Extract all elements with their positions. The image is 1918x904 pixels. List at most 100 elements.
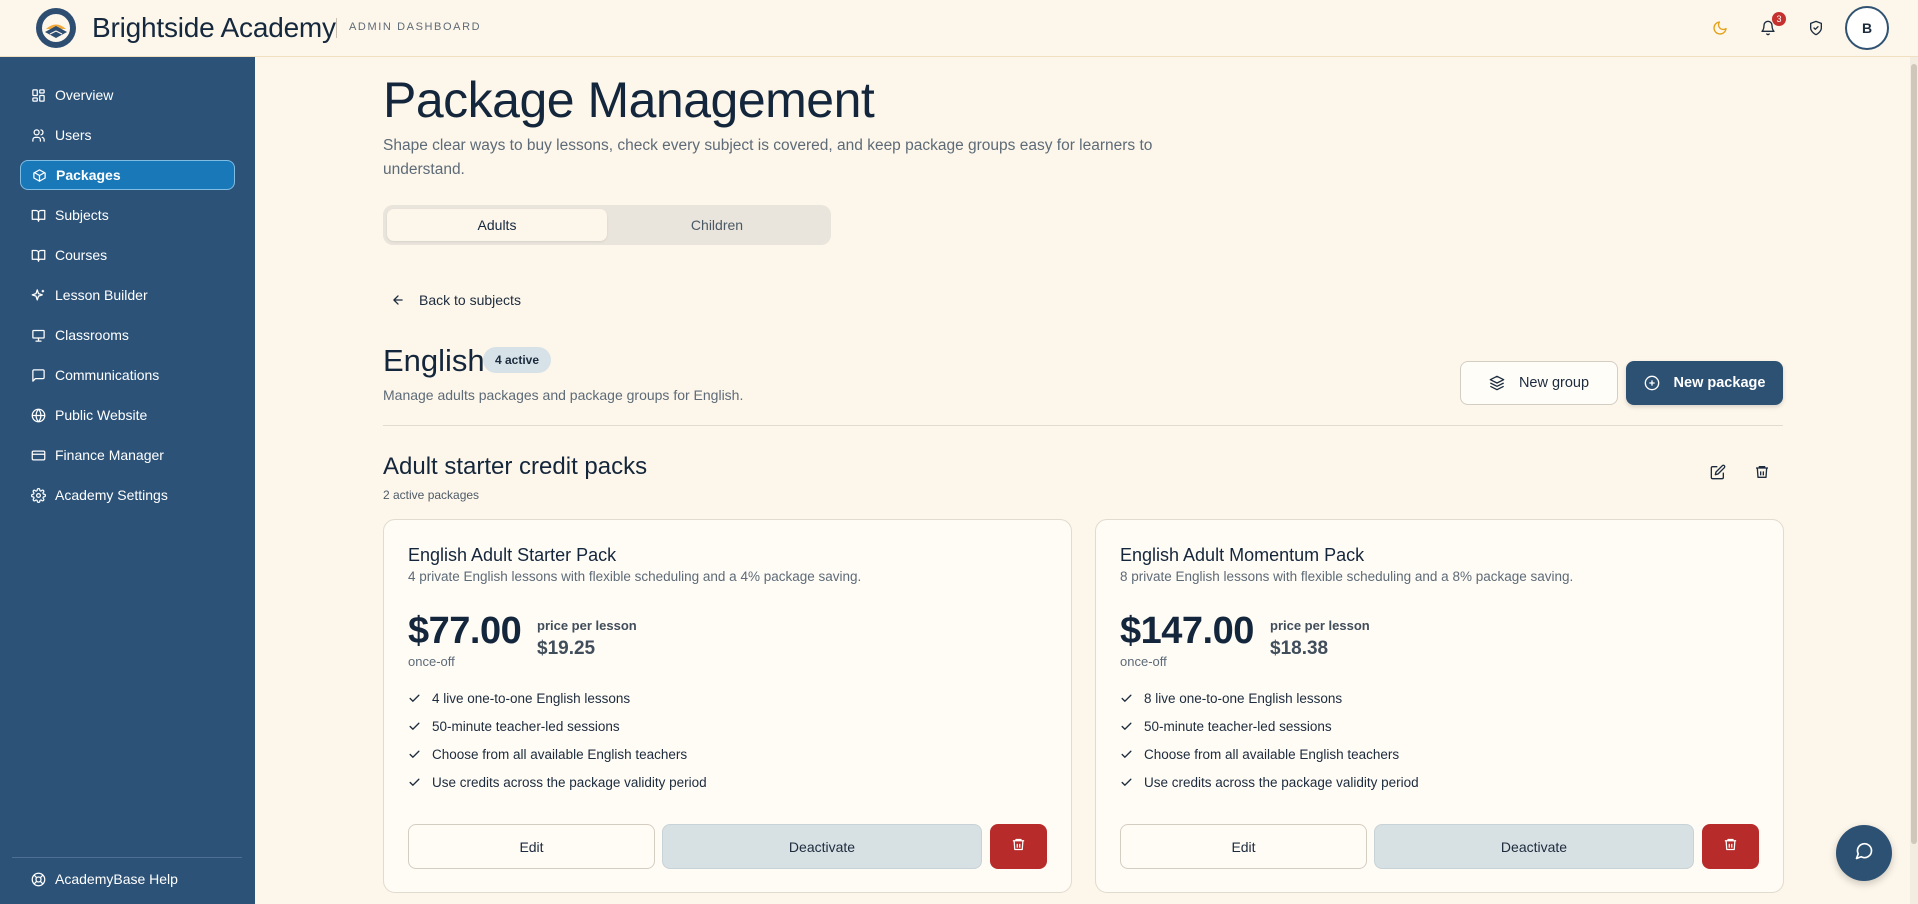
price-per-lesson-value: $18.38 xyxy=(1270,638,1329,659)
top-bar: Brightside Academy ADMIN DASHBOARD 3 B xyxy=(0,0,1918,57)
audience-tabs: Adults Children xyxy=(383,205,831,245)
sidebar-item-label: Courses xyxy=(55,247,108,263)
new-package-label: New package xyxy=(1673,375,1766,391)
trash-icon xyxy=(1011,837,1026,857)
price-per-lesson-label: price per lesson xyxy=(1270,618,1370,633)
plus-circle-icon xyxy=(1644,375,1660,391)
feature-item: 50-minute teacher-led sessions xyxy=(1120,719,1332,734)
edit-package-button[interactable]: Edit xyxy=(408,824,655,869)
sidebar-item-academy-settings[interactable]: Academy Settings xyxy=(20,480,235,510)
book-open-icon xyxy=(30,207,46,223)
moon-icon[interactable] xyxy=(1708,16,1732,40)
sidebar-item-label: Packages xyxy=(56,167,121,183)
check-icon xyxy=(1120,692,1134,705)
sidebar-item-users[interactable]: Users xyxy=(20,120,235,150)
notification-count-badge: 3 xyxy=(1772,12,1786,26)
package-name: English Adult Momentum Pack xyxy=(1120,545,1365,565)
sidebar-item-label: Lesson Builder xyxy=(55,287,148,303)
gear-icon xyxy=(30,487,46,503)
price-frequency: once-off xyxy=(1120,654,1167,669)
feature-item: Choose from all available English teache… xyxy=(1120,747,1399,762)
page-description: Shape clear ways to buy lessons, check e… xyxy=(383,137,1153,178)
delete-package-button[interactable] xyxy=(990,824,1047,869)
deactivate-package-button[interactable]: Deactivate xyxy=(662,824,982,869)
feature-item: 4 live one-to-one English lessons xyxy=(408,691,630,706)
package-card: English Adult Starter Pack 4 private Eng… xyxy=(383,519,1072,893)
price-per-lesson-value: $19.25 xyxy=(537,638,596,659)
globe-icon xyxy=(30,407,46,423)
sidebar-item-subjects[interactable]: Subjects xyxy=(20,200,235,230)
check-icon xyxy=(408,748,422,761)
sidebar-item-public-website[interactable]: Public Website xyxy=(20,400,235,430)
sidebar-item-label: Classrooms xyxy=(55,327,129,343)
feature-item: Use credits across the package validity … xyxy=(1120,775,1419,790)
sidebar-item-label: AcademyBase Help xyxy=(55,871,178,887)
package-description: 8 private English lessons with flexible … xyxy=(1120,569,1574,584)
bell-icon[interactable]: 3 xyxy=(1756,12,1786,40)
sidebar-item-overview[interactable]: Overview xyxy=(20,80,235,110)
sidebar-item-packages[interactable]: Packages xyxy=(20,160,235,190)
new-group-button[interactable]: New group xyxy=(1460,361,1618,405)
sidebar-item-label: Communications xyxy=(55,367,160,383)
scrollbar-thumb[interactable] xyxy=(1911,64,1917,844)
package-card: English Adult Momentum Pack 8 private En… xyxy=(1095,519,1784,893)
back-to-subjects-link[interactable]: Back to subjects xyxy=(391,292,521,308)
subject-title: English xyxy=(383,343,485,378)
package-price: $77.00 xyxy=(408,610,522,652)
delete-package-button[interactable] xyxy=(1702,824,1759,869)
user-avatar[interactable]: B xyxy=(1845,6,1889,50)
feature-text: Choose from all available English teache… xyxy=(432,747,688,762)
sidebar-item-label: Finance Manager xyxy=(55,447,164,463)
section-divider xyxy=(383,425,1783,426)
active-count-badge: 4 active xyxy=(483,347,552,373)
edit-group-icon[interactable] xyxy=(1707,461,1729,483)
shield-check-icon[interactable] xyxy=(1804,16,1828,40)
check-icon xyxy=(1120,720,1134,733)
check-icon xyxy=(408,776,422,789)
sidebar-item-lesson-builder[interactable]: Lesson Builder xyxy=(20,280,235,310)
deactivate-package-button[interactable]: Deactivate xyxy=(1374,824,1694,869)
new-package-button[interactable]: New package xyxy=(1626,361,1783,405)
edit-package-button[interactable]: Edit xyxy=(1120,824,1367,869)
chat-button[interactable] xyxy=(1836,825,1892,881)
sidebar-item-label: Overview xyxy=(55,87,114,103)
sidebar-item-label: Academy Settings xyxy=(55,487,168,503)
sidebar-item-label: Public Website xyxy=(55,407,148,423)
delete-group-icon[interactable] xyxy=(1751,461,1773,483)
sparkles-icon xyxy=(30,287,46,303)
package-price: $147.00 xyxy=(1120,610,1254,652)
feature-item: Choose from all available English teache… xyxy=(408,747,687,762)
check-icon xyxy=(408,720,422,733)
feature-text: 8 live one-to-one English lessons xyxy=(1144,691,1343,706)
sidebar-item-communications[interactable]: Communications xyxy=(20,360,235,390)
feature-text: Use credits across the package validity … xyxy=(432,775,707,790)
brand-subtitle: ADMIN DASHBOARD xyxy=(349,21,482,33)
subject-description: Manage adults packages and package group… xyxy=(383,387,744,403)
new-group-label: New group xyxy=(1518,375,1590,391)
group-subtitle: 2 active packages xyxy=(383,488,480,502)
package-name: English Adult Starter Pack xyxy=(408,545,617,565)
layers-icon xyxy=(1489,375,1505,391)
feature-item: 8 live one-to-one English lessons xyxy=(1120,691,1342,706)
check-icon xyxy=(408,692,422,705)
sidebar-item-help[interactable]: AcademyBase Help xyxy=(20,864,235,894)
group-title: Adult starter credit packs xyxy=(383,453,648,480)
page-title: Package Management xyxy=(383,72,875,128)
academy-logo[interactable] xyxy=(36,8,76,48)
tab-children[interactable]: Children xyxy=(607,209,827,241)
feature-text: 50-minute teacher-led sessions xyxy=(1144,719,1332,734)
presentation-icon xyxy=(30,327,46,343)
tab-adults[interactable]: Adults xyxy=(387,209,607,241)
sidebar-item-classrooms[interactable]: Classrooms xyxy=(20,320,235,350)
users-icon xyxy=(30,127,46,143)
feature-item: Use credits across the package validity … xyxy=(408,775,707,790)
sidebar-item-courses[interactable]: Courses xyxy=(20,240,235,270)
grid-icon xyxy=(30,87,46,103)
arrow-left-icon xyxy=(391,293,405,307)
package-description: 4 private English lessons with flexible … xyxy=(408,569,862,584)
sidebar-item-label: Users xyxy=(55,127,92,143)
sidebar-item-finance-manager[interactable]: Finance Manager xyxy=(20,440,235,470)
feature-text: 50-minute teacher-led sessions xyxy=(432,719,620,734)
sidebar-item-label: Subjects xyxy=(55,207,109,223)
message-icon xyxy=(30,367,46,383)
